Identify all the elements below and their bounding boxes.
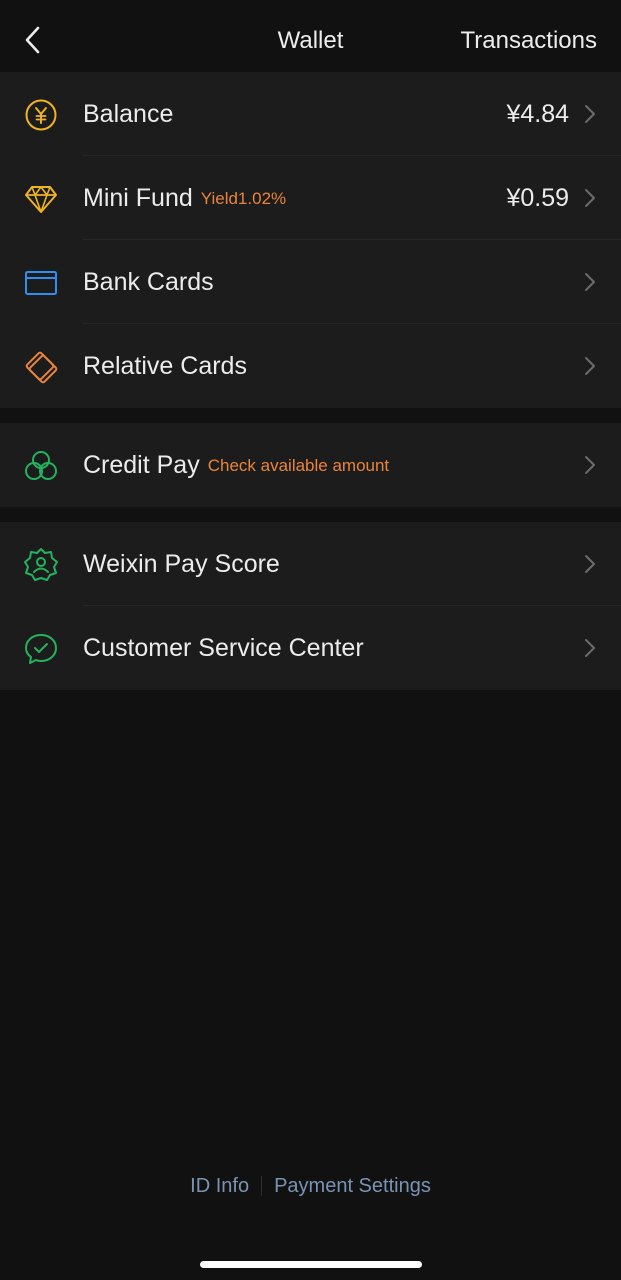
footer-separator bbox=[261, 1176, 263, 1196]
chevron-right-icon bbox=[585, 105, 595, 123]
id-info-link[interactable]: ID Info bbox=[190, 1175, 249, 1198]
check-amount-hint: Check available amount bbox=[207, 456, 390, 475]
customer-service-icon bbox=[22, 630, 60, 668]
balance-row[interactable]: Balance ¥4.84 bbox=[0, 72, 621, 156]
credit-group: Credit Pay Check available amount bbox=[0, 423, 621, 507]
home-indicator bbox=[200, 1261, 422, 1268]
chevron-right-icon bbox=[585, 555, 595, 573]
chevron-right-icon bbox=[585, 639, 595, 657]
chevron-right-icon bbox=[585, 273, 595, 291]
relative-card-icon bbox=[22, 348, 60, 386]
yield-badge: Yield1.02% bbox=[200, 189, 287, 208]
pay-score-row[interactable]: Weixin Pay Score bbox=[0, 522, 621, 606]
chevron-right-icon bbox=[585, 357, 595, 375]
payment-settings-link[interactable]: Payment Settings bbox=[274, 1175, 431, 1198]
diamond-icon bbox=[22, 180, 60, 218]
bank-cards-row[interactable]: Bank Cards bbox=[0, 240, 621, 324]
credit-pay-row[interactable]: Credit Pay Check available amount bbox=[0, 423, 621, 507]
navigation-bar: Wallet Transactions bbox=[0, 0, 621, 72]
services-group: Weixin Pay Score Customer Service Center bbox=[0, 522, 621, 690]
balance-label: Balance bbox=[83, 99, 174, 128]
bank-card-icon bbox=[22, 264, 60, 302]
balance-amount: ¥4.84 bbox=[506, 100, 569, 128]
mini-fund-row[interactable]: Mini Fund Yield1.02% ¥0.59 bbox=[0, 156, 621, 240]
chevron-right-icon bbox=[585, 189, 595, 207]
credit-pay-label: Credit Pay bbox=[83, 450, 200, 479]
pay-score-badge-icon bbox=[22, 546, 60, 584]
transactions-link[interactable]: Transactions bbox=[461, 0, 598, 82]
pay-score-label: Weixin Pay Score bbox=[83, 549, 280, 578]
bank-cards-label: Bank Cards bbox=[83, 267, 214, 296]
credit-pay-icon bbox=[22, 447, 60, 485]
wallet-assets-group: Balance ¥4.84 Mini Fund Yield1.02% ¥0.59 bbox=[0, 72, 621, 408]
footer-links: ID Info Payment Settings bbox=[0, 1166, 621, 1206]
mini-fund-label: Mini Fund bbox=[83, 183, 193, 212]
relative-cards-row[interactable]: Relative Cards bbox=[0, 324, 621, 408]
relative-cards-label: Relative Cards bbox=[83, 351, 247, 380]
customer-service-label: Customer Service Center bbox=[83, 633, 364, 662]
customer-service-row[interactable]: Customer Service Center bbox=[0, 606, 621, 690]
yuan-coin-icon bbox=[22, 96, 60, 134]
mini-fund-amount: ¥0.59 bbox=[506, 184, 569, 212]
chevron-right-icon bbox=[585, 456, 595, 474]
